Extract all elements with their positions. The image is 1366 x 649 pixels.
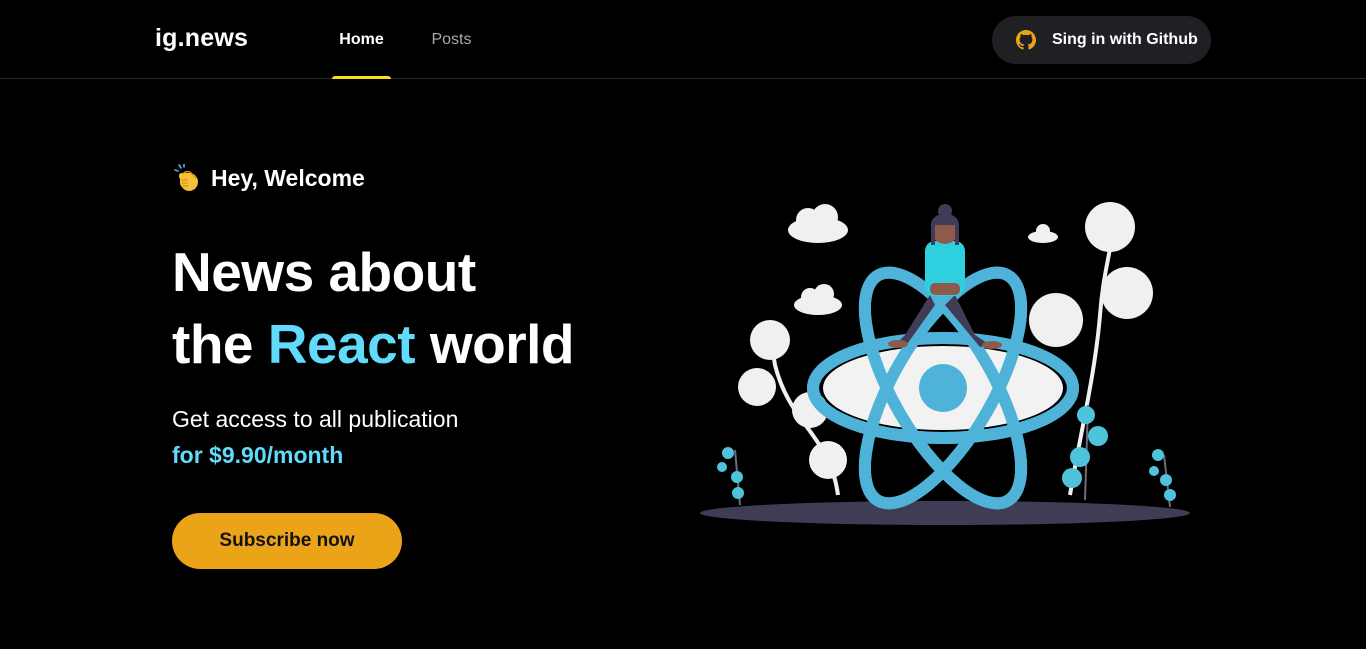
greeting-text: Hey, Welcome [211, 164, 365, 191]
nav-posts-link[interactable]: Posts [420, 0, 483, 79]
sign-in-github-button[interactable]: Sing in with Github [992, 16, 1211, 64]
sign-in-github-label: Sing in with Github [1052, 31, 1198, 48]
subscribe-button[interactable]: Subscribe now [172, 513, 402, 569]
atom-nucleus [919, 364, 967, 412]
teal-sprout [1062, 404, 1108, 501]
headline-accent-word: React [267, 313, 416, 375]
price-text: for $9.90/month [172, 442, 344, 468]
nav-posts-label: Posts [431, 31, 472, 48]
headline-line-1: News about [172, 241, 476, 303]
clapping-hands-icon [174, 164, 198, 191]
subtitle: Get access to all publication [172, 406, 459, 432]
top-header: ig.news Home Posts Sing in with Github [0, 0, 1366, 79]
react-atom-illustration [700, 202, 1190, 525]
teal-sprout [717, 447, 744, 506]
cloud [1028, 224, 1058, 243]
cloud [794, 284, 842, 315]
ground-shadow [700, 501, 1190, 525]
logo[interactable]: ig.news [155, 24, 248, 53]
right-plant [1029, 202, 1153, 496]
active-nav-underline [332, 76, 391, 79]
headline-line-2-suffix: world [415, 313, 575, 375]
nav-home-link[interactable]: Home [332, 0, 391, 79]
headline-line-2-prefix: the [172, 313, 268, 375]
greeting: Hey, Welcome [174, 164, 365, 192]
cloud [788, 204, 848, 243]
teal-sprout [1149, 449, 1176, 508]
nav-home-label: Home [339, 31, 384, 48]
hero-headline: News about the React world [172, 236, 652, 380]
github-icon [1016, 30, 1036, 50]
